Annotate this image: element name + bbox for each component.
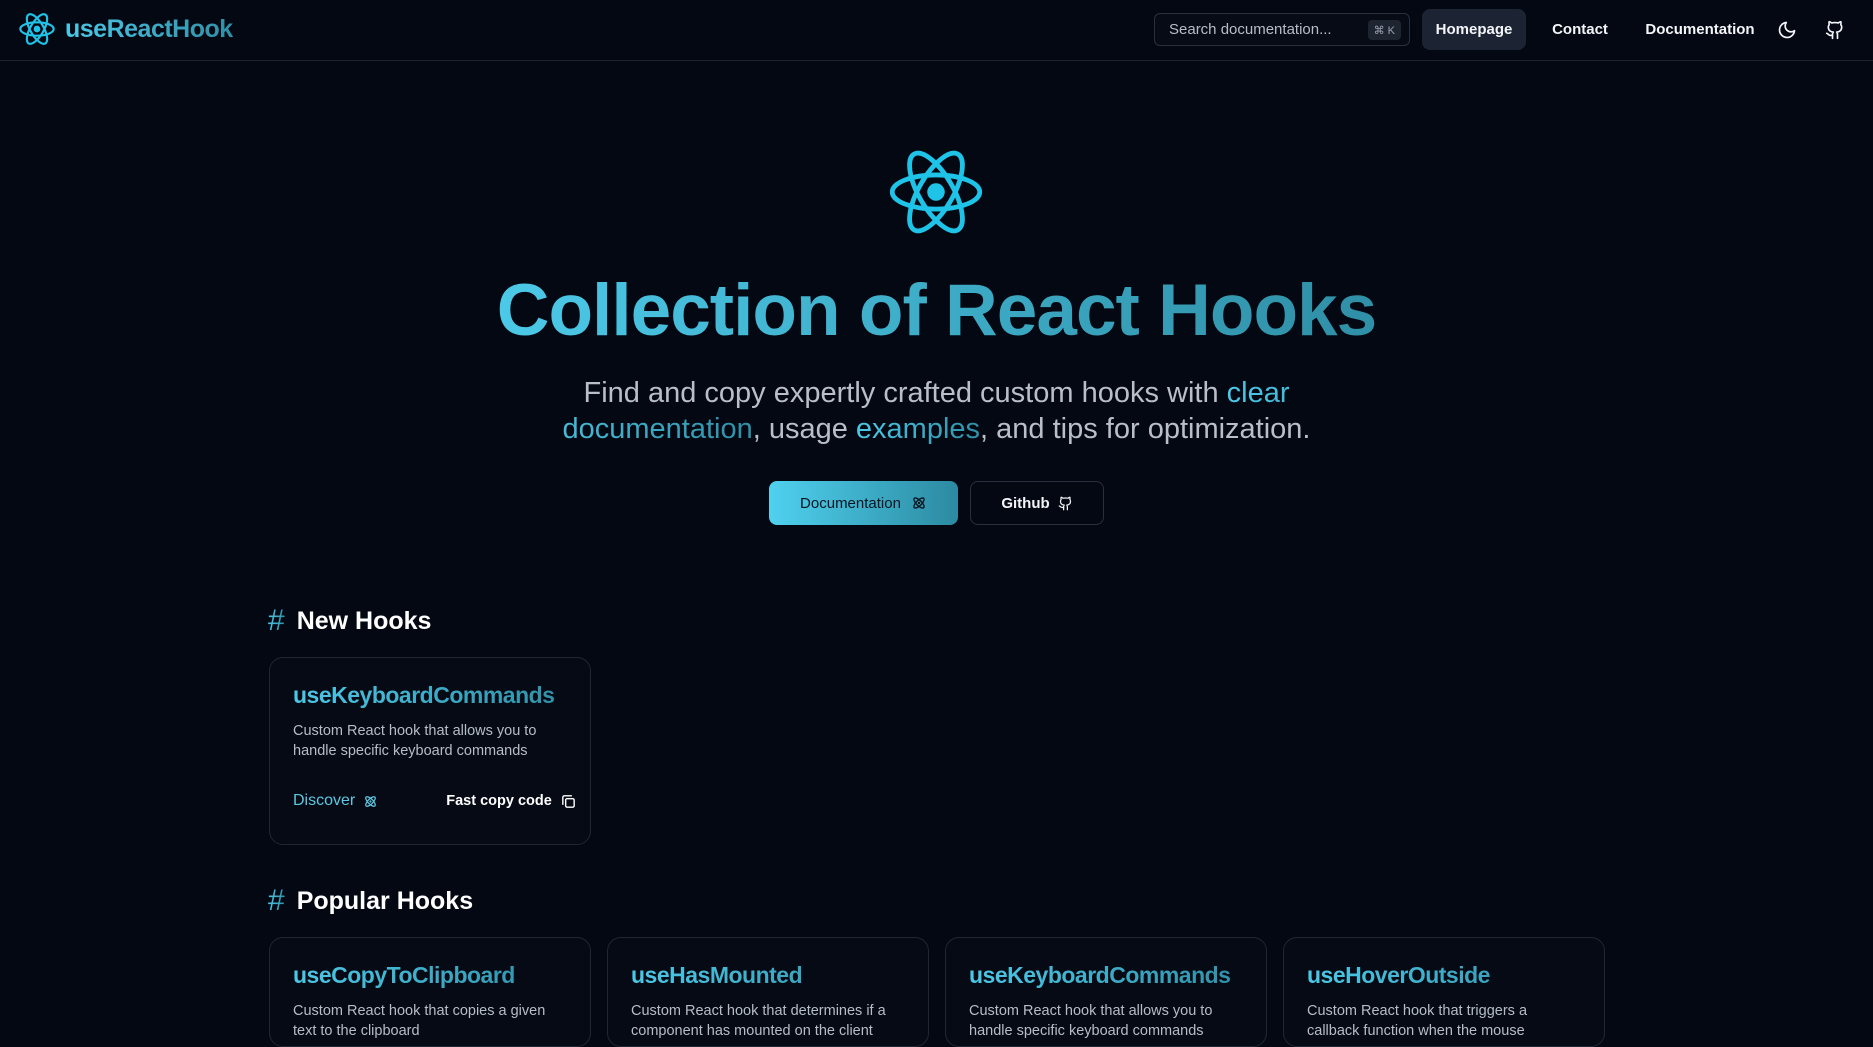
hook-card-description: Custom React hook that allows you to han… [969, 1003, 1213, 1039]
hook-card-title[interactable]: useKeyboardCommands [969, 962, 1243, 989]
fast-copy-label: Fast copy code [446, 793, 552, 809]
popular-hooks-title: Popular Hooks [296, 886, 474, 915]
new-hooks-heading: # New Hooks [268, 604, 431, 638]
hook-card-title[interactable]: useKeyboardCommands [293, 682, 567, 709]
hook-card-actions: Discover Fast copy code [293, 792, 577, 810]
hook-card-title[interactable]: useCopyToClipboard [293, 962, 567, 989]
top-navbar: useReactHook Search documentation... ⌘ K… [0, 0, 1873, 61]
atom-icon [365, 795, 377, 807]
hook-card[interactable]: useHoverOutside Custom React hook that t… [1283, 937, 1605, 1047]
hook-card[interactable]: useKeyboardCommands Custom React hook th… [269, 657, 591, 845]
subtitle-part: , and tips for optimization. [980, 413, 1311, 445]
nav-homepage[interactable]: Homepage [1422, 9, 1526, 50]
theme-toggle-button[interactable] [1774, 17, 1800, 43]
subtitle-part: , usage [752, 413, 856, 445]
hook-card-title[interactable]: useHasMounted [631, 962, 905, 989]
subtitle-highlight-examples: examples [855, 413, 981, 445]
atom-icon [913, 497, 925, 509]
documentation-cta-button[interactable]: Documentation [769, 481, 958, 525]
hook-card-description: Custom React hook that allows you to han… [293, 723, 537, 759]
hook-card[interactable]: useKeyboardCommands Custom React hook th… [945, 937, 1267, 1047]
hook-card-description: Custom React hook that copies a given te… [293, 1003, 546, 1039]
hook-card[interactable]: useCopyToClipboard Custom React hook tha… [269, 937, 591, 1047]
react-hero-logo-icon [889, 150, 983, 234]
github-link-button[interactable] [1822, 17, 1848, 43]
hook-card-title[interactable]: useHoverOutside [1307, 962, 1581, 989]
search-placeholder: Search documentation... [1169, 21, 1332, 38]
hero-title-text: Collection of React Hooks [496, 270, 1378, 351]
react-logo-icon [19, 13, 55, 45]
documentation-cta-label: Documentation [800, 494, 901, 512]
hero-title: Collection of React Hooks [0, 266, 1873, 356]
search-shortcut-badge: ⌘ K [1367, 20, 1401, 40]
github-cta-label: Github [1001, 494, 1050, 512]
hash-icon: # [268, 604, 285, 637]
hash-icon: # [268, 884, 285, 917]
subtitle-part: Find and copy expertly crafted custom ho… [583, 377, 1227, 409]
hook-card-description: Custom React hook that determines if a c… [631, 1003, 886, 1039]
hook-card-description: Custom React hook that triggers a callba… [1307, 1003, 1528, 1039]
brand-link[interactable]: useReactHook [17, 9, 233, 49]
discover-label: Discover [293, 792, 356, 809]
nav-documentation[interactable]: Documentation [1634, 9, 1766, 50]
search-input[interactable]: Search documentation... ⌘ K [1154, 13, 1410, 46]
new-hooks-title: New Hooks [296, 606, 432, 635]
github-cta-button[interactable]: Github [970, 481, 1104, 525]
fast-copy-code-button[interactable]: Fast copy code [446, 793, 577, 810]
discover-link[interactable]: Discover [293, 792, 378, 810]
github-icon [1058, 496, 1071, 510]
github-icon [1825, 20, 1843, 40]
hook-card[interactable]: useHasMounted Custom React hook that det… [607, 937, 929, 1047]
popular-hooks-heading: # Popular Hooks [268, 884, 473, 918]
moon-icon [1778, 21, 1796, 39]
clipboard-copy-icon [561, 794, 575, 808]
brand-name: useReactHook [65, 14, 233, 43]
hero-subtitle: Find and copy expertly crafted custom ho… [540, 375, 1333, 447]
nav-contact[interactable]: Contact [1538, 9, 1622, 50]
